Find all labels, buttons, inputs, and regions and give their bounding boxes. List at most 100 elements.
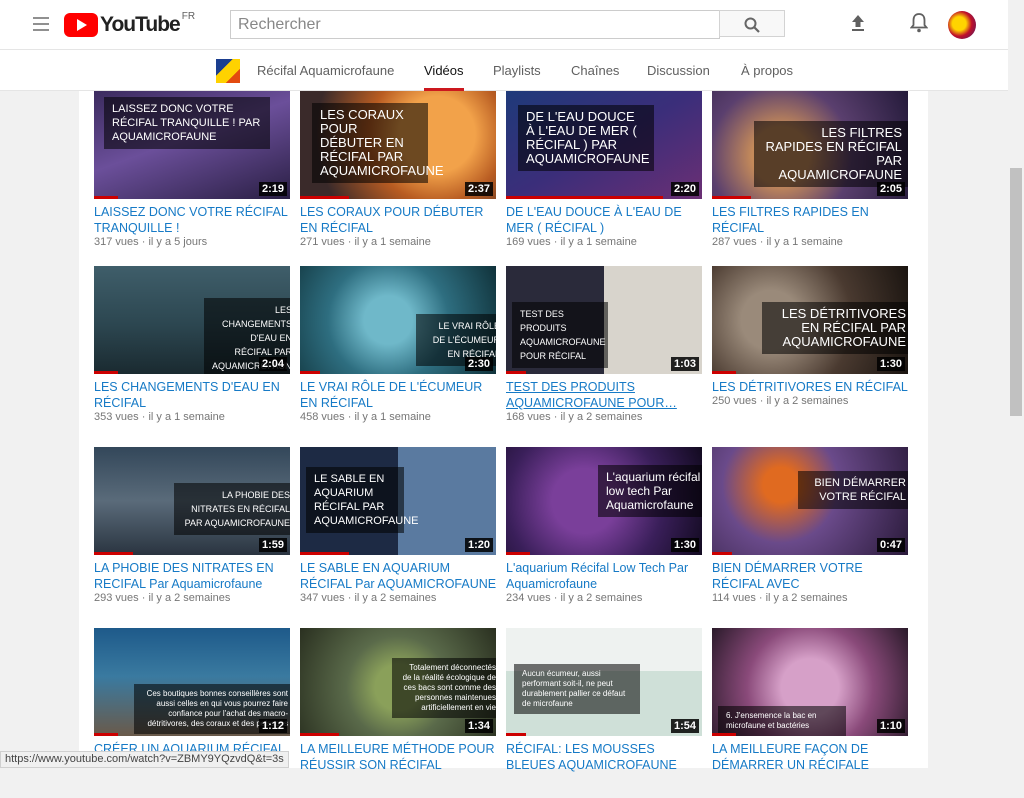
video-card[interactable]: LE VRAI RÔLE DE L'ÉCUMEUR EN RÉCIFAL 2:30… — [300, 266, 496, 436]
video-thumbnail[interactable]: TEST DES PRODUITS AQUAMICROFAUNE POUR RÉ… — [506, 266, 702, 374]
video-thumbnail[interactable]: DE L'EAU DOUCE À L'EAU DE MER ( RÉCIFAL … — [506, 91, 702, 199]
video-thumbnail[interactable]: 6. J'ensemence la bac en microfaune et b… — [712, 628, 908, 736]
video-title-link[interactable]: LA PHOBIE DES NITRATES EN RECIFAL Par Aq… — [94, 560, 294, 592]
menu-icon[interactable] — [33, 17, 49, 31]
thumbnail-caption: LE SABLE EN AQUARIUM RÉCIFAL Par AQUAMIC… — [306, 467, 419, 533]
video-card[interactable]: Totalement déconnectés de la réalité éco… — [300, 628, 496, 798]
meta-separator: · — [344, 592, 355, 604]
video-duration: 2:05 — [876, 182, 905, 196]
logo-country: FR — [181, 10, 196, 22]
view-count: 293 vues — [94, 592, 139, 604]
video-title-link[interactable]: LA MEILLEURE MÉTHODE POUR RÉUSSIR SON RÉ… — [300, 741, 500, 773]
video-card[interactable]: Ces boutiques bonnes conseillères sont a… — [94, 628, 290, 798]
watch-progress-bar — [712, 733, 736, 736]
video-title-link[interactable]: LES CORAUX POUR DÉBUTER EN RÉCIFAL — [300, 204, 500, 236]
video-title-link[interactable]: LA MEILLEURE FAÇON DE DÉMARRER UN RÉCIFA… — [712, 741, 912, 773]
youtube-logo[interactable]: YouTube FR — [64, 10, 196, 38]
tab-channels[interactable]: Chaînes — [571, 63, 619, 91]
video-thumbnail[interactable]: LA PHOBIE DES NITRATES EN RÉCIFAL Par Aq… — [94, 447, 290, 555]
video-meta: 271 vues · il y a 1 semaine — [300, 236, 431, 248]
video-thumbnail[interactable]: L'aquarium récifal low tech Par Aquamicr… — [506, 447, 702, 555]
view-count: 250 vues — [712, 395, 757, 407]
watch-progress-bar — [712, 196, 751, 199]
video-card[interactable]: LE SABLE EN AQUARIUM RÉCIFAL Par AQUAMIC… — [300, 447, 496, 617]
video-meta: 234 vues · il y a 2 semaines — [506, 592, 642, 604]
meta-separator: · — [756, 236, 767, 248]
video-duration: 0:47 — [876, 538, 905, 552]
video-title-link[interactable]: TEST DES PRODUITS AQUAMICROFAUNE POUR… — [506, 379, 706, 411]
search-input[interactable]: Rechercher — [230, 10, 720, 39]
video-thumbnail[interactable]: LE VRAI RÔLE DE L'ÉCUMEUR EN RÉCIFAL 2:30 — [300, 266, 496, 374]
tab-discussion[interactable]: Discussion — [647, 63, 710, 91]
video-card[interactable]: TEST DES PRODUITS AQUAMICROFAUNE POUR RÉ… — [506, 266, 702, 436]
tab-videos[interactable]: Vidéos — [424, 63, 464, 91]
video-card[interactable]: L'aquarium récifal low tech Par Aquamicr… — [506, 447, 702, 617]
video-title-link[interactable]: LE VRAI RÔLE DE L'ÉCUMEUR EN RÉCIFAL — [300, 379, 500, 411]
video-card[interactable]: DE L'EAU DOUCE À L'EAU DE MER ( RÉCIFAL … — [506, 91, 702, 261]
upload-age: il y a 2 semaines — [560, 411, 643, 423]
video-card[interactable]: BIEN DÉMARRER VOTRE RÉCIFAL 0:47 BIEN DÉMA… — [712, 447, 908, 617]
avatar[interactable] — [948, 11, 976, 39]
meta-separator: · — [138, 592, 149, 604]
video-title-link[interactable]: RÉCIFAL: LES MOUSSES BLEUES AQUAMICROFAU… — [506, 741, 706, 773]
tab-about[interactable]: À propos — [741, 63, 793, 91]
video-title-link[interactable]: LES FILTRES RAPIDES EN RÉCIFAL — [712, 204, 912, 236]
watch-progress-bar — [712, 552, 732, 555]
play-logo-icon — [64, 13, 98, 37]
video-card[interactable]: LES FILTRES RAPIDES EN RÉCIFAL Par Aquam… — [712, 91, 908, 261]
scrollbar-thumb[interactable] — [1010, 168, 1022, 416]
video-card[interactable]: LA PHOBIE DES NITRATES EN RÉCIFAL Par Aq… — [94, 447, 290, 617]
video-thumbnail[interactable]: LES FILTRES RAPIDES EN RÉCIFAL Par Aquam… — [712, 91, 908, 199]
top-bar: YouTube FR Rechercher — [0, 0, 1008, 49]
view-count: 169 vues — [506, 236, 551, 248]
upload-age: il y a 1 semaine — [766, 236, 843, 248]
video-thumbnail[interactable]: Ces boutiques bonnes conseillères sont a… — [94, 628, 290, 736]
video-card[interactable]: Aucun écumeur, aussi performant soit-il,… — [506, 628, 702, 798]
video-card[interactable]: LES CORAUX POUR DÉBUTER EN RÉCIFAL Par A… — [300, 91, 496, 261]
video-thumbnail[interactable]: LES DÉTRITIVORES EN RÉCIFAL Par AQUAMICR… — [712, 266, 908, 374]
video-thumbnail[interactable]: Totalement déconnectés de la réalité éco… — [300, 628, 496, 736]
video-card[interactable]: 6. J'ensemence la bac en microfaune et b… — [712, 628, 908, 798]
video-duration: 1:34 — [464, 719, 493, 733]
video-title-link[interactable]: L'aquarium Récifal Low Tech Par Aquamicr… — [506, 560, 706, 592]
watch-progress-bar — [506, 196, 663, 199]
video-card[interactable]: LES DÉTRITIVORES EN RÉCIFAL Par AQUAMICR… — [712, 266, 908, 436]
view-count: 114 vues — [712, 592, 756, 604]
video-thumbnail[interactable]: LES CORAUX POUR DÉBUTER EN RÉCIFAL Par A… — [300, 91, 496, 199]
upload-age: il y a 1 semaine — [560, 236, 637, 248]
search-button[interactable] — [719, 10, 785, 37]
thumbnail-caption: 6. J'ensemence la bac en microfaune et b… — [718, 706, 846, 736]
video-title-link[interactable]: LES CHANGEMENTS D'EAU EN RÉCIFAL — [94, 379, 294, 411]
upload-age: il y a 2 semaines — [765, 592, 848, 604]
video-title-link[interactable]: LAISSEZ DONC VOTRE RÉCIFAL TRANQUILLE ! — [94, 204, 294, 236]
channel-name-link[interactable]: Récifal Aquamicrofaune — [257, 63, 394, 91]
upload-icon[interactable] — [849, 14, 867, 32]
bell-icon[interactable] — [910, 13, 928, 33]
video-thumbnail[interactable]: LE SABLE EN AQUARIUM RÉCIFAL Par AQUAMIC… — [300, 447, 496, 555]
channel-icon[interactable] — [216, 59, 240, 83]
video-title-link[interactable]: BIEN DÉMARRER VOTRE RÉCIFAL AVEC AQUAMIC… — [712, 560, 912, 592]
view-count: 234 vues — [506, 592, 551, 604]
video-card[interactable]: LES CHANGEMENTS D'EAU EN RÉCIFAL Par Aqu… — [94, 266, 290, 436]
tab-playlists[interactable]: Playlists — [493, 63, 541, 91]
watch-progress-bar — [94, 371, 118, 374]
watch-progress-bar — [300, 552, 349, 555]
video-thumbnail[interactable]: BIEN DÉMARRER VOTRE RÉCIFAL 0:47 — [712, 447, 908, 555]
video-thumbnail[interactable]: Aucun écumeur, aussi performant soit-il,… — [506, 628, 702, 736]
upload-age: il y a 2 semaines — [148, 592, 231, 604]
video-thumbnail[interactable]: LAISSEZ DONC VOTRE RÉCIFAL TRANQUILLE ! … — [94, 91, 290, 199]
meta-separator: · — [755, 592, 766, 604]
video-duration: 1:30 — [670, 538, 699, 552]
thumbnail-caption: Totalement déconnectés de la réalité éco… — [392, 658, 496, 718]
view-count: 271 vues — [300, 236, 345, 248]
thumbnail-caption: LA PHOBIE DES NITRATES EN RÉCIFAL Par Aq… — [174, 483, 290, 535]
search-icon — [744, 17, 760, 33]
video-title-link[interactable]: LE SABLE EN AQUARIUM RÉCIFAL Par AQUAMIC… — [300, 560, 500, 592]
video-duration: 1:59 — [258, 538, 287, 552]
upload-age: il y a 2 semaines — [354, 592, 437, 604]
upload-age: il y a 1 semaine — [354, 411, 431, 423]
video-duration: 2:04 — [258, 357, 287, 371]
video-card[interactable]: LAISSEZ DONC VOTRE RÉCIFAL TRANQUILLE ! … — [94, 91, 290, 261]
video-title-link[interactable]: DE L'EAU DOUCE À L'EAU DE MER ( RÉCIFAL … — [506, 204, 706, 236]
video-thumbnail[interactable]: LES CHANGEMENTS D'EAU EN RÉCIFAL Par Aqu… — [94, 266, 290, 374]
